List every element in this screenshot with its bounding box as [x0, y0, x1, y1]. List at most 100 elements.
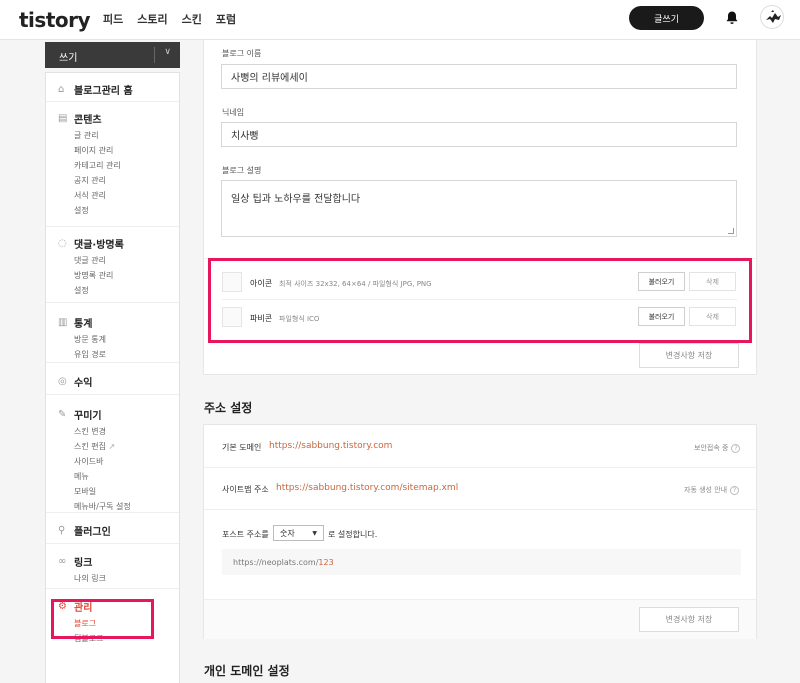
secure-connection-label: 보안접속 중 — [694, 444, 729, 452]
address-card: 기본 도메인 https://sabbung.tistory.com 보안접속 … — [203, 424, 758, 639]
write-dropdown[interactable]: 쓰기 ∨ — [45, 42, 180, 68]
sidebar-subitem-referrers[interactable]: 유입 경로 — [58, 347, 179, 362]
sidebar-item-label: 블로그관리 홈 — [74, 86, 133, 97]
blog-name-input[interactable]: 사뻥의 리뷰에세이 — [221, 64, 737, 89]
sidebar-section-stats: ▥ 통계 방문 통계 유입 경로 — [46, 303, 179, 363]
link-icon: ∞ — [58, 556, 67, 567]
blog-info-save-button[interactable]: 변경사항 저장 — [639, 343, 739, 368]
bell-icon[interactable] — [724, 10, 740, 26]
sidebar-subitem-categories[interactable]: 카테고리 관리 — [58, 158, 179, 173]
default-domain-label: 기본 도메인 — [222, 443, 262, 452]
brush-icon: ✎ — [58, 409, 67, 420]
sidebar-subitem-comment-settings[interactable]: 설정 — [58, 283, 179, 298]
address-save-button[interactable]: 변경사항 저장 — [639, 607, 739, 632]
sidebar-menu: ⌂ 블로그관리 홈 ▤ 콘텐츠 글 관리 페이지 관리 카테고리 관리 공지 관… — [45, 72, 180, 683]
blog-name-label: 블로그 이름 — [222, 49, 262, 58]
sidebar-section-plugin: ⚲ 플러그인 — [46, 513, 179, 544]
sitemap-link[interactable]: https://sabbung.tistory.com/sitemap.xml — [276, 483, 458, 493]
sidebar-subitem-guestbook[interactable]: 방명록 관리 — [58, 268, 179, 283]
tistory-logo[interactable]: tistory — [19, 8, 91, 32]
sidebar-item-label: 콘텐츠 — [74, 115, 102, 126]
highlight-icon-favicon-box — [208, 258, 752, 343]
default-domain-link[interactable]: https://sabbung.tistory.com — [269, 441, 392, 451]
sidebar-subitem-skin-edit[interactable]: 스킨 편집 ↗ — [58, 439, 179, 454]
sidebar-section-contents: ▤ 콘텐츠 글 관리 페이지 관리 카테고리 관리 공지 관리 서식 관리 설정 — [46, 102, 179, 227]
sidebar-item-plugin[interactable]: ⚲ 플러그인 — [58, 523, 179, 538]
highlight-manage-box — [51, 599, 154, 639]
sidebar-item-label: 링크 — [74, 558, 93, 569]
dropdown-separator — [154, 47, 155, 63]
sidebar-subitem-settings[interactable]: 설정 — [58, 203, 179, 218]
sidebar-item-label: 플러그인 — [74, 527, 111, 538]
write-post-button[interactable]: 글쓰기 — [629, 6, 704, 30]
divider — [204, 509, 758, 510]
sidebar-section-revenue: ◎ 수익 — [46, 363, 179, 395]
example-url-prefix: https://neoplats.com/ — [233, 557, 319, 567]
sidebar-subitem-comments[interactable]: 댓글 관리 — [58, 253, 179, 268]
blog-description-textarea[interactable]: 일상 팁과 노하우를 전달합니다 — [221, 180, 737, 237]
chevron-down-icon: ∨ — [164, 47, 171, 57]
avatar-image — [766, 10, 781, 23]
divider — [204, 467, 758, 468]
sidebar-item-contents[interactable]: ▤ 콘텐츠 — [58, 111, 179, 126]
sidebar-item-label: 꾸미기 — [74, 411, 102, 422]
resize-handle[interactable] — [728, 228, 734, 234]
home-icon: ⌂ — [58, 84, 65, 95]
sidebar-item-stats[interactable]: ▥ 통계 — [58, 315, 179, 330]
write-dropdown-label: 쓰기 — [59, 53, 78, 64]
skin-edit-label: 스킨 편집 — [74, 442, 106, 451]
sidebar: 쓰기 ∨ ⌂ 블로그관리 홈 ▤ 콘텐츠 글 관리 페이지 관리 카테고리 관리… — [45, 42, 180, 683]
coin-icon: ◎ — [58, 376, 67, 387]
sidebar-item-decorate[interactable]: ✎ 꾸미기 — [58, 407, 179, 422]
caret-down-icon: ▼ — [312, 529, 317, 537]
nav-feed[interactable]: 피드 — [103, 11, 123, 27]
avatar[interactable] — [760, 5, 784, 29]
sidebar-item-home[interactable]: ⌂ 블로그관리 홈 — [58, 82, 179, 97]
sitemap-label: 사이트맵 주소 — [222, 485, 269, 494]
sidebar-item-label: 댓글·방명록 — [74, 240, 124, 251]
sidebar-subitem-posts[interactable]: 글 관리 — [58, 128, 179, 143]
post-address-example: https://neoplats.com/123 — [222, 549, 741, 575]
external-link-icon: ↗ — [108, 442, 116, 451]
question-icon[interactable]: ? — [731, 443, 741, 453]
nickname-value: 치사뻥 — [231, 131, 259, 142]
post-address-select[interactable]: 숫자 ▼ — [273, 525, 324, 541]
sidebar-subitem-skin-change[interactable]: 스킨 변경 — [58, 424, 179, 439]
blog-description-value: 일상 팁과 노하우를 전달합니다 — [231, 194, 361, 205]
sidebar-section-home: ⌂ 블로그관리 홈 — [46, 73, 179, 102]
question-icon[interactable]: ? — [730, 485, 740, 495]
sidebar-item-link[interactable]: ∞ 링크 — [58, 554, 179, 569]
sidebar-section-decorate: ✎ 꾸미기 스킨 변경 스킨 편집 ↗ 사이드바 메뉴 모바일 메뉴바/구독 설… — [46, 395, 179, 513]
example-url-number: 123 — [318, 557, 334, 567]
sitemap-hint: 자동 생성 안내 ? — [684, 485, 740, 495]
sitemap-hint-label: 자동 생성 안내 — [684, 486, 728, 494]
custom-domain-title: 개인 도메인 설정 — [204, 664, 290, 678]
sidebar-item-comments[interactable]: ◌ 댓글·방명록 — [58, 236, 179, 251]
post-address-prefix: 포스트 주소를 — [222, 530, 269, 539]
nav-story[interactable]: 스토리 — [137, 11, 167, 27]
nav-forum[interactable]: 포럼 — [216, 11, 236, 27]
sidebar-section-comments: ◌ 댓글·방명록 댓글 관리 방명록 관리 설정 — [46, 227, 179, 303]
sidebar-subitem-pages[interactable]: 페이지 관리 — [58, 143, 179, 158]
sidebar-subitem-mobile[interactable]: 모바일 — [58, 484, 179, 499]
sidebar-subitem-visits[interactable]: 방문 통계 — [58, 332, 179, 347]
nickname-input[interactable]: 치사뻥 — [221, 122, 737, 147]
sidebar-subitem-my-links[interactable]: 나의 링크 — [58, 571, 179, 586]
sidebar-subitem-sidebar[interactable]: 사이드바 — [58, 454, 179, 469]
sidebar-subitem-menu[interactable]: 메뉴 — [58, 469, 179, 484]
main-nav: 피드 스토리 스킨 포럼 — [103, 11, 236, 27]
document-icon: ▤ — [58, 113, 68, 124]
sidebar-item-revenue[interactable]: ◎ 수익 — [58, 374, 179, 389]
sidebar-section-link: ∞ 링크 나의 링크 — [46, 544, 179, 589]
sidebar-item-label: 통계 — [74, 319, 93, 330]
blog-name-value: 사뻥의 리뷰에세이 — [231, 73, 308, 84]
sidebar-subitem-menubar[interactable]: 메뉴바/구독 설정 — [58, 499, 179, 514]
top-bar: tistory 피드 스토리 스킨 포럼 글쓰기 — [0, 0, 800, 40]
comment-icon: ◌ — [58, 238, 67, 249]
plug-icon: ⚲ — [58, 525, 66, 536]
nav-skin[interactable]: 스킨 — [182, 11, 202, 27]
secure-connection-hint: 보안접속 중 ? — [694, 443, 741, 453]
sidebar-subitem-templates[interactable]: 서식 관리 — [58, 188, 179, 203]
bar-chart-icon: ▥ — [58, 317, 68, 328]
sidebar-subitem-notices[interactable]: 공지 관리 — [58, 173, 179, 188]
